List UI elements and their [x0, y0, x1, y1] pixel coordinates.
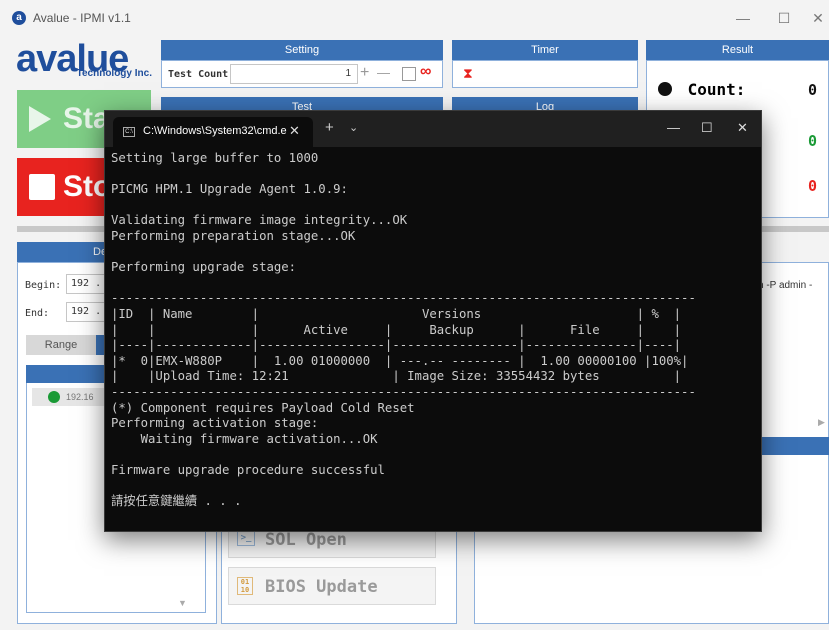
setting-panel: Test Count 1 + — ∞ — [161, 60, 443, 88]
count-label: Count: — [687, 80, 746, 99]
terminal-icon: >_ — [237, 530, 255, 546]
avalue-logo: avalue Technology Inc. — [16, 38, 156, 84]
terminal-line: Waiting firmware activation...OK — [111, 431, 378, 446]
cmd-tab[interactable]: C:\ C:\Windows\System32\cmd.e ✕ — [113, 117, 313, 147]
log-text: n -P admin - — [758, 280, 813, 291]
end-label: End: — [25, 308, 50, 319]
terminal-output[interactable]: Setting large buffer to 1000 PICMG HPM.1… — [111, 151, 696, 510]
cmd-icon: C:\ — [123, 127, 135, 137]
new-tab-button[interactable]: + — [325, 119, 334, 136]
cmd-maximize-button[interactable]: ☐ — [701, 120, 713, 136]
play-icon — [29, 106, 51, 132]
infinity-icon: ∞ — [420, 63, 432, 80]
scroll-right-icon[interactable]: ▶ — [818, 417, 825, 428]
range-tab[interactable]: Range — [26, 335, 96, 355]
scroll-down-icon[interactable]: ▼ — [178, 598, 187, 608]
count-row: Count: — [658, 80, 745, 99]
window-title: Avalue - IPMI v1.1 — [33, 11, 131, 25]
count-value: 0 — [808, 81, 818, 99]
app-icon: a — [12, 11, 26, 25]
title-bar: a Avalue - IPMI v1.1 — ☐ ✕ — [0, 0, 829, 36]
device-ip: 192.16 — [66, 392, 94, 402]
start-button-label: Sta — [63, 102, 110, 135]
cmd-close-button[interactable]: ✕ — [737, 120, 748, 136]
result-header: Result — [646, 40, 829, 60]
terminal-line: Performing upgrade stage: — [111, 260, 297, 275]
test-count-value: 1 — [345, 68, 351, 79]
terminal-line: Setting large buffer to 1000 — [111, 151, 319, 165]
cmd-minimize-button[interactable]: — — [667, 120, 680, 135]
cmd-tab-title: C:\Windows\System32\cmd.e — [143, 125, 287, 137]
minimize-button[interactable]: — — [733, 8, 753, 28]
logo-subtitle: Technology Inc. — [76, 68, 152, 79]
sol-open-label: SOL Open — [265, 530, 347, 550]
terminal-line: Performing preparation stage...OK — [111, 228, 356, 243]
bios-update-button[interactable]: 01 10 BIOS Update — [228, 567, 436, 605]
test-count-label: Test Count — [168, 69, 229, 80]
terminal-line: ----------------------------------------… — [111, 291, 696, 306]
maximize-button[interactable]: ☐ — [774, 8, 794, 28]
terminal-line: | |Upload Time: 12:21 | Image Size: 3355… — [111, 369, 682, 384]
tab-dropdown-button[interactable]: ⌄ — [349, 121, 358, 134]
terminal-line: |----|-------------|-----------------|--… — [111, 338, 682, 353]
stop-icon — [29, 174, 55, 200]
log-footer-bar — [760, 437, 829, 455]
timer-panel: ⧗ — [452, 60, 638, 88]
increment-button[interactable]: + — [360, 64, 369, 82]
terminal-line: 請按任意鍵繼續 . . . — [111, 494, 242, 509]
bios-update-label: BIOS Update — [265, 577, 378, 597]
timer-header: Timer — [452, 40, 638, 60]
clock-icon — [658, 82, 672, 96]
hourglass-icon: ⧗ — [463, 65, 473, 81]
terminal-line: Validating firmware image integrity...OK — [111, 213, 408, 228]
begin-label: Begin: — [25, 280, 62, 291]
infinite-checkbox[interactable] — [402, 67, 416, 81]
terminal-line: Firmware upgrade procedure successful — [111, 462, 385, 477]
terminal-line: |* 0|EMX-W880P | 1.00 01000000 | ---.-- … — [111, 353, 689, 368]
decrement-button[interactable]: — — [377, 65, 390, 80]
close-button[interactable]: ✕ — [808, 8, 828, 28]
status-online-icon — [48, 391, 60, 403]
device-list-item[interactable]: 192.16 — [32, 388, 104, 406]
cmd-window: C:\ C:\Windows\System32\cmd.e ✕ + ⌄ — ☐ … — [104, 110, 762, 532]
terminal-line: Performing activation stage: — [111, 416, 319, 431]
terminal-line: (*) Component requires Payload Cold Rese… — [111, 400, 415, 415]
terminal-line: PICMG HPM.1 Upgrade Agent 1.0.9: — [111, 182, 348, 197]
fail-value: 0 — [808, 177, 818, 195]
terminal-line: ----------------------------------------… — [111, 384, 696, 399]
binary-file-icon: 01 10 — [237, 577, 253, 595]
cmd-tab-close-button[interactable]: ✕ — [289, 123, 300, 139]
cmd-tab-bar: C:\ C:\Windows\System32\cmd.e ✕ + ⌄ — ☐ … — [105, 111, 761, 147]
terminal-line: |ID | Name | Versions | % | — [111, 306, 682, 321]
setting-header: Setting — [161, 40, 443, 60]
terminal-line: | | | Active | Backup | File | | — [111, 322, 682, 337]
pass-value: 0 — [808, 132, 818, 150]
test-count-field[interactable]: 1 — [230, 64, 358, 84]
device-list-header — [26, 365, 104, 383]
